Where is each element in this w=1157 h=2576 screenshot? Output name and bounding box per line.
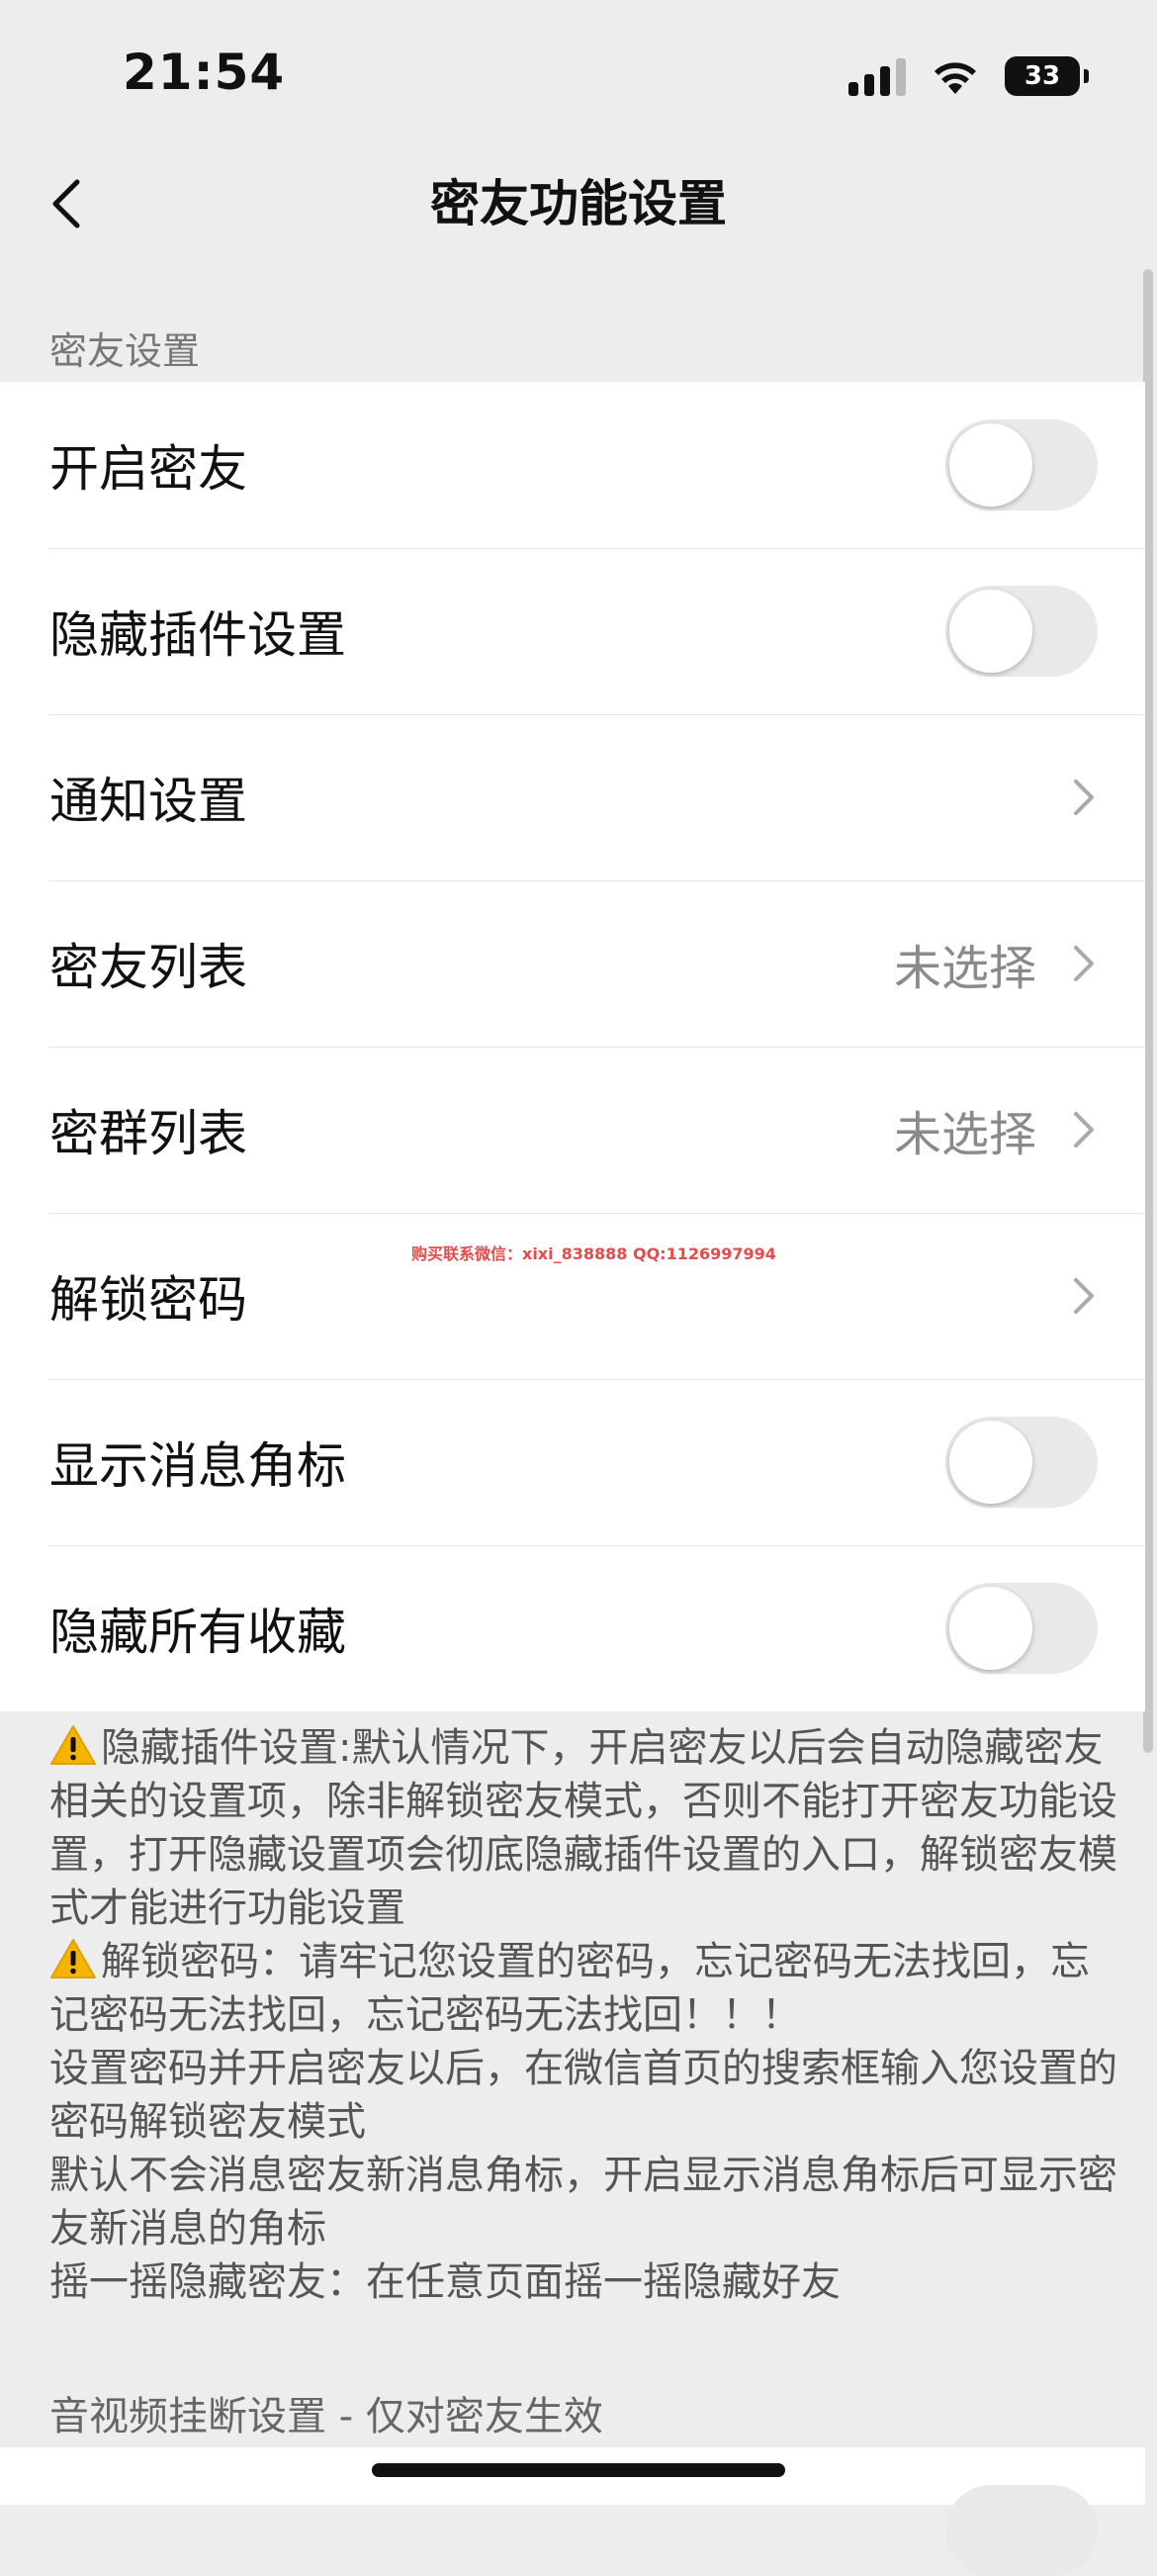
settings-notes: 隐藏插件设置:默认情况下，开启密友以后会自动隐藏密友相关的设置项，除非解锁密友模… xyxy=(49,1721,1117,2309)
row-label: 开启密友 xyxy=(49,440,247,498)
battery-level: 33 xyxy=(1024,61,1061,91)
chevron-right-icon xyxy=(1074,1112,1094,1148)
toggle-knob xyxy=(949,423,1032,506)
row-label: 密群列表 xyxy=(49,1105,247,1162)
row-value: 未选择 xyxy=(893,941,1036,996)
status-bar: 21:54 33 xyxy=(0,0,1157,148)
toggle-av-hangup[interactable] xyxy=(945,2485,1098,2576)
row-notification-settings[interactable]: 通知设置 xyxy=(0,714,1145,880)
row-label: 隐藏插件设置 xyxy=(49,606,346,664)
row-miyou-list[interactable]: 密友列表 未选择 xyxy=(0,880,1145,1047)
watermark-text: 购买联系微信：xixi_838888 QQ:1126997994 xyxy=(411,1244,776,1263)
chevron-right-icon xyxy=(1074,946,1094,981)
toggle-knob xyxy=(949,1421,1032,1504)
status-time: 21:54 xyxy=(123,44,286,101)
row-miqun-list[interactable]: 密群列表 未选择 xyxy=(0,1047,1145,1213)
chevron-right-icon xyxy=(1074,1278,1094,1314)
note-badge: 默认不会消息密友新消息角标，开启显示消息角标后可显示密友新消息的角标 xyxy=(49,2153,1117,2252)
row-hide-favorites[interactable]: 隐藏所有收藏 xyxy=(0,1545,1145,1711)
note-paragraph: 解锁密码：请牢记您设置的密码，忘记密码无法找回，忘记密码无法找回，忘记密码无法找… xyxy=(49,1935,1117,2042)
row-label: 解锁密码 xyxy=(49,1271,247,1329)
row-value: 未选择 xyxy=(893,1107,1036,1162)
note-hide-plugin: 隐藏插件设置:默认情况下，开启密友以后会自动隐藏密友相关的设置项，除非解锁密友模… xyxy=(49,1725,1117,1931)
row-show-badge[interactable]: 显示消息角标 xyxy=(0,1379,1145,1545)
row-label: 隐藏所有收藏 xyxy=(49,1604,346,1661)
row-label: 显示消息角标 xyxy=(49,1437,346,1495)
settings-group: 开启密友 隐藏插件设置 通知设置 密友列表 未选择 密群列表 未选择 解锁密码 … xyxy=(0,382,1145,1711)
wifi-icon xyxy=(934,62,976,94)
toggle-show-badge[interactable] xyxy=(945,1417,1098,1508)
row-label: 通知设置 xyxy=(49,773,247,830)
status-icons: 33 xyxy=(848,51,1089,101)
toggle-enable-miyou[interactable] xyxy=(945,419,1098,510)
warning-icon xyxy=(50,1725,96,1765)
row-enable-miyou[interactable]: 开启密友 xyxy=(0,382,1145,548)
warning-icon xyxy=(50,1939,96,1978)
section-header-av-hangup: 音视频挂断设置 - 仅对密友生效 xyxy=(49,2394,603,2439)
note-unlock-password: 解锁密码：请牢记您设置的密码，忘记密码无法找回，忘记密码无法找回，忘记密码无法找… xyxy=(49,1939,1090,2038)
home-indicator[interactable] xyxy=(372,2463,785,2477)
page-title: 密友功能设置 xyxy=(430,175,727,232)
nav-bar: 密友功能设置 xyxy=(0,148,1157,259)
row-label: 密友列表 xyxy=(49,939,247,996)
toggle-hide-plugin-settings[interactable] xyxy=(945,586,1098,677)
toggle-knob xyxy=(949,1587,1032,1670)
row-unlock-password[interactable]: 解锁密码 xyxy=(0,1213,1145,1379)
note-paragraph: 隐藏插件设置:默认情况下，开启密友以后会自动隐藏密友相关的设置项，除非解锁密友模… xyxy=(49,1721,1117,1935)
battery-icon: 33 xyxy=(1005,56,1089,96)
note-shake: 摇一摇隐藏密友：在任意页面摇一摇隐藏好友 xyxy=(49,2259,841,2305)
note-set-password: 设置密码并开启密友以后，在微信首页的搜索框输入您设置的密码解锁密友模式 xyxy=(49,2046,1117,2145)
row-hide-plugin-settings[interactable]: 隐藏插件设置 xyxy=(0,548,1145,714)
toggle-knob xyxy=(949,590,1032,673)
cellular-signal-icon xyxy=(848,56,906,96)
section-header-miyou: 密友设置 xyxy=(49,329,201,373)
chevron-right-icon xyxy=(1074,780,1094,815)
toggle-hide-favorites[interactable] xyxy=(945,1583,1098,1674)
